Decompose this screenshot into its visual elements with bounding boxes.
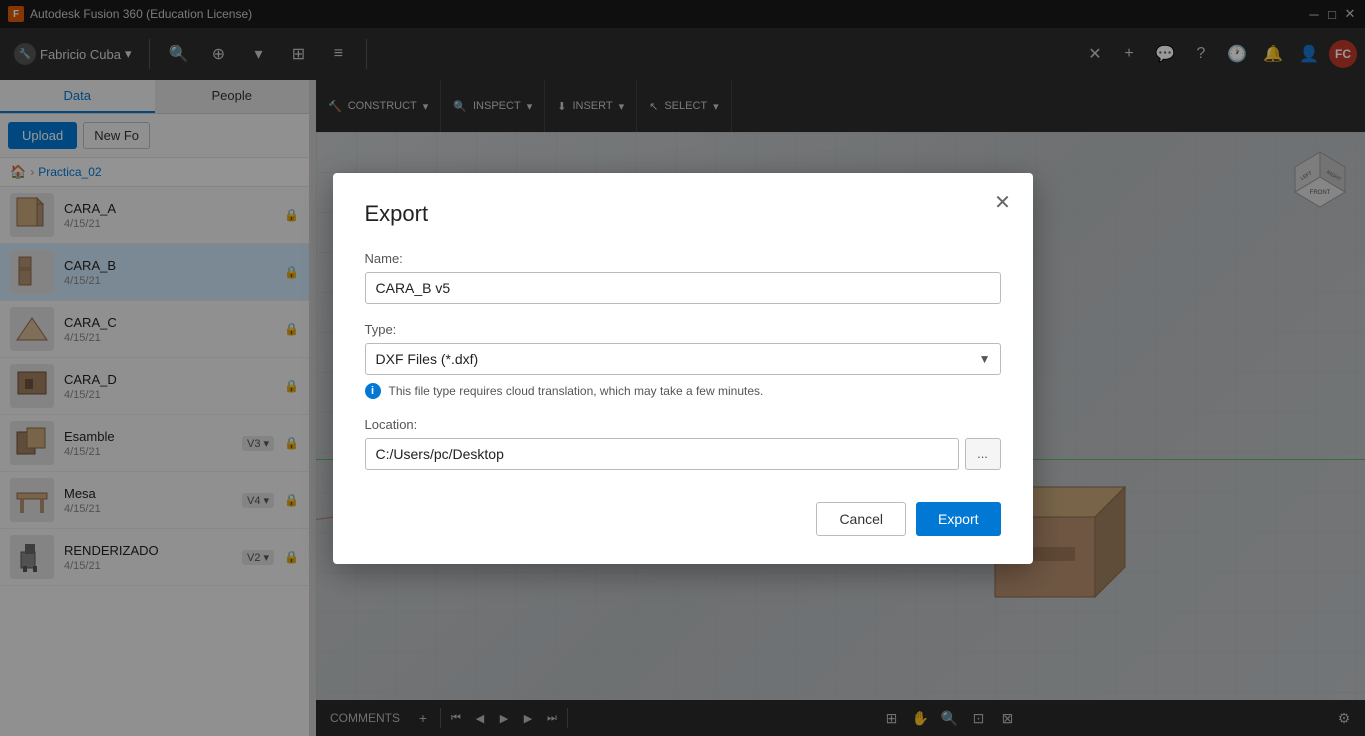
modal-overlay: Export ✕ Name: Type: DXF Files (*.dxf) A… [0,0,1365,736]
type-form-group: Type: DXF Files (*.dxf) Autodesk Fusion … [365,322,1001,399]
location-form-group: Location: ... [365,417,1001,470]
export-button[interactable]: Export [916,502,1000,536]
name-input[interactable] [365,272,1001,304]
modal-title: Export [365,201,1001,227]
modal-close-button[interactable]: ✕ [989,189,1017,217]
info-text: This file type requires cloud translatio… [389,384,764,398]
type-label: Type: [365,322,1001,337]
location-row: ... [365,438,1001,470]
info-message: i This file type requires cloud translat… [365,383,1001,399]
location-input[interactable] [365,438,959,470]
type-select[interactable]: DXF Files (*.dxf) Autodesk Fusion 360 Ar… [365,343,1001,375]
name-label: Name: [365,251,1001,266]
location-label: Location: [365,417,1001,432]
modal-actions: Cancel Export [365,502,1001,536]
info-icon: i [365,383,381,399]
browse-button[interactable]: ... [965,438,1001,470]
export-modal: Export ✕ Name: Type: DXF Files (*.dxf) A… [333,173,1033,564]
type-select-wrapper: DXF Files (*.dxf) Autodesk Fusion 360 Ar… [365,343,1001,375]
name-form-group: Name: [365,251,1001,304]
cancel-button[interactable]: Cancel [816,502,906,536]
